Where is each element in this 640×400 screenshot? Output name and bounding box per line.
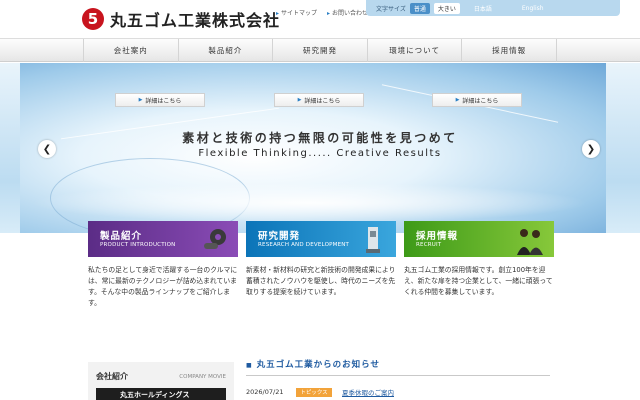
recruit-detail-button[interactable]: ▶ 詳細はこちら bbox=[432, 93, 522, 107]
slider-prev-button[interactable]: ❮ bbox=[38, 140, 56, 158]
arrow-icon: ▶ bbox=[455, 97, 460, 103]
card-banner[interactable]: 採用情報 RECRUIT bbox=[404, 221, 554, 257]
card-subtitle: RECRUIT bbox=[416, 242, 442, 248]
font-size-large-button[interactable]: 大きい bbox=[433, 2, 460, 14]
card-subtitle: PRODUCT INTRODUCTION bbox=[100, 242, 176, 248]
nav-item-recruit[interactable]: 採用情報 bbox=[461, 39, 557, 62]
card-description: 私たちの足として身近で活躍する一台のクルマには、常に最新のテクノロジーが詰め込ま… bbox=[88, 266, 238, 307]
hero-banner: 素材と技術の持つ無限の可能性を見つめて Flexible Thinking...… bbox=[0, 63, 640, 233]
utility-bar: 文字サイズ 普通 大きい 日本語 English bbox=[366, 0, 620, 16]
card-subtitle: RESEARCH AND DEVELOPMENT bbox=[258, 242, 350, 248]
arrow-icon: ▶ bbox=[297, 97, 302, 103]
company-movie-label: COMPANY MOVIE bbox=[179, 374, 226, 380]
sitemap-label: サイトマップ bbox=[281, 10, 318, 17]
rubber-parts-icon bbox=[204, 229, 226, 249]
nav-item-research[interactable]: 研究開発 bbox=[272, 39, 367, 62]
lang-english-link[interactable]: English bbox=[522, 5, 544, 12]
company-video[interactable]: 丸五ホールディングス bbox=[96, 388, 226, 400]
hero-title: 素材と技術の持つ無限の可能性を見つめて bbox=[182, 131, 458, 145]
news-title-link[interactable]: 夏季休暇のご案内 bbox=[342, 387, 394, 397]
global-nav-items: 会社案内 製品紹介 研究開発 環境について 採用情報 bbox=[83, 39, 557, 62]
card-title: 製品紹介 bbox=[100, 231, 143, 242]
site-header: 5 丸五ゴム工業株式会社 ▸ サイトマップ ▸ お問い合わせ 文字サイズ 普通 大き… bbox=[0, 0, 640, 38]
arrow-icon: ▶ bbox=[138, 97, 143, 103]
font-size-label: 文字サイズ bbox=[376, 5, 406, 13]
sitemap-link[interactable]: ▸ サイトマップ bbox=[276, 8, 317, 17]
card-banner[interactable]: 製品紹介 PRODUCT INTRODUCTION bbox=[88, 221, 238, 257]
card-products: 製品紹介 PRODUCT INTRODUCTION 私たちの足として身近で活躍す… bbox=[88, 221, 238, 309]
logo-mark: 5 bbox=[82, 8, 104, 30]
font-size-normal-button[interactable]: 普通 bbox=[409, 2, 430, 14]
nav-item-company[interactable]: 会社案内 bbox=[83, 39, 178, 62]
logo[interactable]: 5 丸五ゴム工業株式会社 bbox=[82, 7, 280, 31]
card-banner[interactable]: 研究開発 RESEARCH AND DEVELOPMENT bbox=[246, 221, 396, 257]
card-title: 研究開発 bbox=[258, 231, 301, 242]
contact-link[interactable]: ▸ お問い合わせ bbox=[327, 8, 368, 17]
chevron-left-icon: ❮ bbox=[42, 143, 52, 155]
card-description: 丸五ゴム工業の採用情報です。創立100年を迎え、新たな扉を持つ企業として、一緒に… bbox=[404, 266, 553, 296]
company-name: 丸五ゴム工業株式会社 bbox=[110, 11, 281, 30]
contact-label: お問い合わせ bbox=[332, 10, 369, 17]
card-description: 新素材・新材料の研究と新技術の開発成果により蓄積されたノウハウを駆使し、時代のニ… bbox=[246, 266, 396, 296]
chevron-right-icon: ❯ bbox=[586, 143, 596, 155]
research-detail-button[interactable]: ▶ 詳細はこちら bbox=[274, 93, 364, 107]
button-label: 詳細はこちら bbox=[145, 97, 182, 105]
news-heading-label: 丸五ゴム工業からのお知らせ bbox=[256, 360, 381, 370]
light-glow bbox=[30, 183, 590, 223]
global-nav: 会社案内 製品紹介 研究開発 環境について 採用情報 bbox=[0, 38, 640, 62]
company-heading: 会社紹介 bbox=[96, 372, 128, 381]
news-section: ■ 丸五ゴム工業からのお知らせ 2026/07/21 トピックス 夏季休暇のご案内 bbox=[246, 358, 550, 397]
lab-equipment-icon bbox=[366, 227, 380, 253]
company-movie-box: 会社紹介 COMPANY MOVIE 丸五ホールディングス bbox=[88, 362, 234, 400]
news-date: 2026/07/21 bbox=[246, 388, 284, 396]
card-title: 採用情報 bbox=[416, 231, 459, 242]
nav-item-environment[interactable]: 環境について bbox=[366, 39, 462, 62]
people-icon bbox=[517, 229, 543, 255]
arrow-icon: ▸ bbox=[327, 10, 331, 17]
hero-subtitle: Flexible Thinking..... Creative Results bbox=[198, 148, 442, 159]
button-label: 詳細はこちら bbox=[462, 97, 499, 105]
button-label: 詳細はこちら bbox=[304, 97, 341, 105]
products-detail-button[interactable]: ▶ 詳細はこちら bbox=[115, 93, 205, 107]
arrow-icon: ▸ bbox=[276, 10, 280, 17]
card-research: 研究開発 RESEARCH AND DEVELOPMENT 新素材・新材料の研究… bbox=[246, 221, 396, 298]
square-icon: ■ bbox=[246, 362, 253, 369]
nav-item-products[interactable]: 製品紹介 bbox=[177, 39, 273, 62]
card-recruit: 採用情報 RECRUIT 丸五ゴム工業の採用情報です。創立100年を迎え、新たな… bbox=[404, 221, 554, 298]
news-heading: ■ 丸五ゴム工業からのお知らせ bbox=[246, 358, 550, 376]
page: 5 丸五ゴム工業株式会社 ▸ サイトマップ ▸ お問い合わせ 文字サイズ 普通 大き… bbox=[0, 0, 640, 400]
slider-next-button[interactable]: ❯ bbox=[582, 140, 600, 158]
lang-japanese-link[interactable]: 日本語 bbox=[474, 4, 492, 13]
news-badge: トピックス bbox=[296, 387, 332, 397]
utility-links: ▸ サイトマップ ▸ お問い合わせ bbox=[276, 8, 368, 17]
news-item: 2026/07/21 トピックス 夏季休暇のご案内 bbox=[246, 387, 550, 397]
